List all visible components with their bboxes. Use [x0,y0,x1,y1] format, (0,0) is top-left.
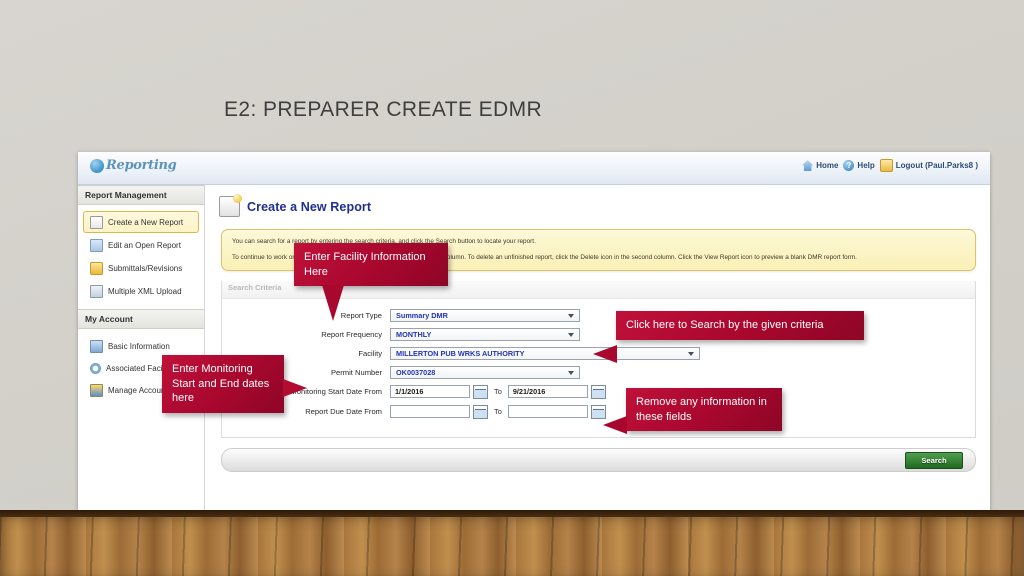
logo-g-icon [90,158,104,173]
label-report-type: Report Type [340,310,382,320]
nav-help-label: Help [857,161,875,170]
slide-title: E2: PREPARER CREATE EDMR [224,98,543,121]
label-report-frequency: Report Frequency [321,329,382,339]
folder-icon [90,261,103,275]
wooden-floor-background [0,510,1024,576]
nav-logout[interactable]: Logout (Paul.Parks8 ) [879,159,978,172]
separator-to: To [494,387,502,397]
input-report-due-date-from[interactable] [390,405,470,419]
page-title: Create a New Report [247,199,372,214]
help-icon: ? [843,160,855,171]
callout-search-text: Click here to Search by the given criter… [626,319,824,331]
sidebar: Report Management Create a New Report Ed… [78,185,205,510]
select-permit-number-value: OK0037028 [396,367,436,377]
callout-tail [283,378,307,397]
nav-help[interactable]: ? Help [843,160,875,171]
callout-tail [322,285,344,322]
sidebar-item-label: Basic Information [108,341,170,351]
callout-tail [603,416,627,434]
input-monitoring-start-date-from[interactable]: 1/1/2016 [390,385,470,399]
sidebar-list-report-management: Create a New Report Edit an Open Report … [78,205,204,309]
callout-tail [593,345,617,363]
input-report-due-date-to[interactable] [507,405,588,419]
top-navigation: Home ? Help Logout (Paul.Parks8 ) [802,159,978,172]
nav-home-label: Home [816,161,839,170]
calendar-icon[interactable] [473,384,488,399]
callout-click-here-to-search: Click here to Search by the given criter… [593,311,864,363]
nav-home[interactable]: Home [802,160,838,171]
sidebar-item-label: Create a New Report [108,217,184,227]
callout-enter-monitoring-dates: Enter Monitoring Start and End dates her… [162,355,307,413]
form-footer-bar: Search [221,447,976,472]
select-report-type-value: Summary DMR [396,310,448,320]
input-monitoring-start-date-to-value: 9/21/2016 [512,387,546,397]
nav-logout-label: Logout (Paul.Parks8 ) [895,161,978,170]
accounts-icon [90,383,103,397]
app-header: Reporting Home ? Help Logout (Paul.Parks… [78,152,990,185]
sidebar-item-create-a-new-report[interactable]: Create a New Report [83,211,199,233]
logout-icon [879,159,893,172]
select-report-type[interactable]: Summary DMR [390,308,580,322]
sidebar-item-label: Multiple XML Upload [108,286,182,296]
app-body: Report Management Create a New Report Ed… [78,185,990,510]
sidebar-item-label: Edit an Open Report [108,240,181,250]
logo-text: Reporting [106,158,177,173]
user-card-icon [90,339,103,353]
field-row-permit-number: Permit Number OK0037028 [222,365,975,379]
sidebar-item-submittals-revisions[interactable]: Submittals/Revisions [83,257,199,279]
select-report-frequency[interactable]: MONTHLY [390,327,580,341]
calendar-icon[interactable] [590,384,606,399]
select-facility-value: MILLERTON PUB WRKS AUTHORITY [396,348,525,358]
callout-remove-text: Remove any information in these fields [636,396,767,423]
input-monitoring-start-date-from-value: 1/1/2016 [395,387,424,397]
select-report-frequency-value: MONTHLY [396,329,432,339]
sidebar-item-edit-an-open-report[interactable]: Edit an Open Report [83,234,199,256]
refresh-icon [90,362,101,374]
home-icon [802,160,814,171]
xml-file-icon [90,284,103,298]
callout-enter-facility-information: Enter Facility Information Here [294,243,448,322]
edit-document-icon [90,238,103,252]
callout-remove-information: Remove any information in these fields [603,388,782,434]
select-permit-number[interactable]: OK0037028 [390,365,580,379]
sidebar-heading-my-account: My Account [78,309,204,329]
app-logo: Reporting [90,158,177,173]
new-report-icon [219,194,242,217]
sidebar-item-label: Submittals/Revisions [108,263,183,273]
sidebar-heading-report-management: Report Management [78,185,204,205]
calendar-icon[interactable] [473,404,488,419]
sidebar-item-basic-information[interactable]: Basic Information [83,335,199,357]
sidebar-item-multiple-xml-upload[interactable]: Multiple XML Upload [83,280,199,302]
separator-to: To [494,407,502,417]
select-facility[interactable]: MILLERTON PUB WRKS AUTHORITY [390,346,700,360]
callout-facility-text: Enter Facility Information Here [304,251,426,278]
input-monitoring-start-date-to[interactable]: 9/21/2016 [507,385,588,399]
field-row-report-due-date: Report Due Date From To [222,404,975,419]
callout-dates-text: Enter Monitoring Start and End dates her… [172,363,270,405]
page-header: Create a New Report [219,194,980,217]
document-icon [90,215,103,229]
field-row-monitoring-start-date: Monitoring Start Date From 1/1/2016 To 9… [222,384,975,399]
search-button[interactable]: Search [905,451,963,469]
